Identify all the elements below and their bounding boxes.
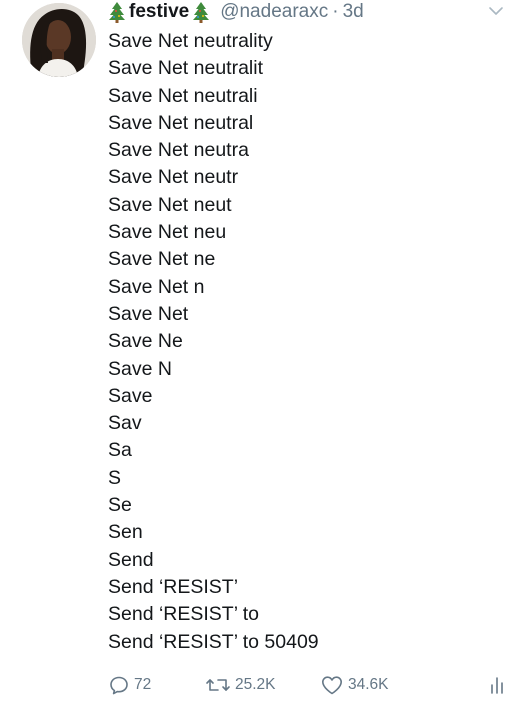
tweet-line: Save Net neut: [108, 193, 232, 216]
avatar[interactable]: [22, 3, 96, 77]
tweet-text: Save Net neutrality Save Net neutralit S…: [108, 28, 319, 656]
chevron-down-icon[interactable]: [488, 5, 504, 17]
tweet-line: Save Net ne: [108, 248, 216, 271]
tweet-line: Send: [108, 548, 154, 571]
tweet-line: Save Net neutr: [108, 166, 239, 189]
analytics-icon: [491, 677, 503, 694]
timestamp[interactable]: 3d: [343, 0, 364, 24]
reply-button[interactable]: 72: [108, 672, 151, 698]
analytics-button[interactable]: [488, 672, 506, 698]
tweet-line: Send ‘RESIST’ to 50409: [108, 630, 319, 653]
tweet-line: Save Net neutralit: [108, 57, 264, 80]
retweet-icon: [206, 679, 230, 691]
tweet-line: Save Net neutrali: [108, 84, 258, 107]
separator-dot: ·: [332, 1, 339, 22]
reply-count: 72: [134, 676, 152, 693]
tweet-header: festive @nadearaxc · 3d: [108, 0, 364, 24]
tweet-line: Save N: [108, 357, 172, 380]
display-name[interactable]: festive: [129, 0, 189, 24]
tweet-line: Sa: [108, 439, 132, 462]
tweet-line: Save Net neutral: [108, 111, 254, 134]
christmas-tree-icon: [193, 2, 210, 23]
tweet-line: Save Ne: [108, 330, 183, 353]
like-button[interactable]: 34.6K: [320, 672, 389, 698]
tweet-line: Save Net: [108, 302, 189, 325]
user-handle[interactable]: @nadearaxc: [220, 0, 328, 24]
tweet-line: Save Net neutra: [108, 139, 249, 162]
profile-photo: [22, 3, 96, 77]
tweet: festive @nadearaxc · 3d Save Net neutral…: [0, 0, 520, 701]
heart-icon: [322, 676, 342, 695]
tweet-line: Save Net n: [108, 275, 205, 298]
retweet-count: 25.2K: [235, 676, 276, 693]
tweet-line: Sav: [108, 412, 142, 435]
tweet-line: Save: [108, 384, 153, 407]
tweet-actions: 72 25.2K 34.6K: [108, 672, 508, 698]
christmas-tree-icon: [109, 2, 125, 23]
tweet-line: Save Net neutrality: [108, 30, 273, 52]
tweet-line: Sen: [108, 521, 143, 544]
tweet-line: S: [108, 466, 122, 489]
like-count: 34.6K: [348, 676, 389, 693]
tweet-line: Send ‘RESIST’: [108, 575, 239, 598]
tweet-line: Se: [108, 494, 132, 517]
tweet-line: Save Net neu: [108, 221, 227, 244]
reply-icon: [110, 676, 128, 695]
retweet-button[interactable]: 25.2K: [205, 672, 276, 698]
tweet-line: Send ‘RESIST’ to: [108, 603, 260, 626]
